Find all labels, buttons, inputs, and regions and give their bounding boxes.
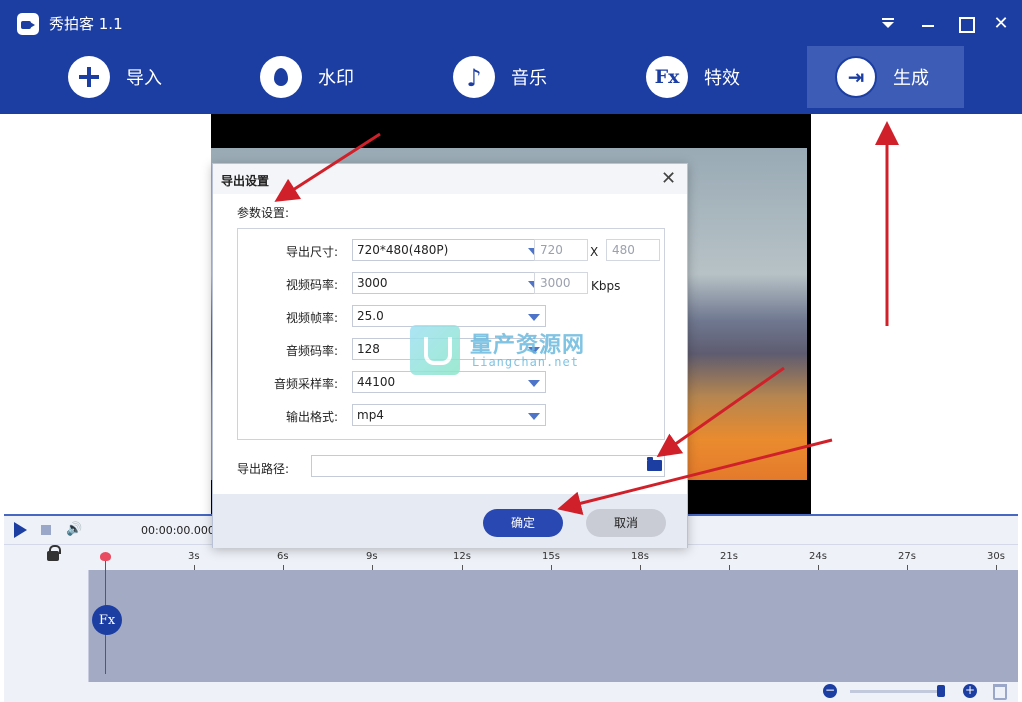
tick-label: 27s — [898, 551, 916, 570]
camera-app-icon — [17, 13, 39, 35]
left-panel — [0, 114, 211, 514]
tick-label: 12s — [453, 551, 471, 570]
top-toolbar: 秀拍客 1.1 ✕ 导入 水印 ♪ 音乐 Fx 特效 ⇥ 生成 — [0, 0, 1022, 114]
dialog-title: 导出设置 — [221, 174, 270, 188]
size-separator: X — [590, 245, 599, 259]
import-label: 导入 — [126, 68, 162, 89]
export-arrow-icon: ⇥ — [835, 56, 877, 98]
tick-label: 18s — [631, 551, 649, 570]
width-input: 720 — [534, 239, 588, 261]
generate-button[interactable]: ⇥ 生成 — [807, 46, 964, 108]
zoom-out-icon[interactable]: − — [823, 684, 837, 698]
title-bar: 秀拍客 1.1 ✕ — [0, 0, 1022, 46]
size-label: 导出尺寸: — [285, 245, 338, 259]
sample-rate-label: 音频采样率: — [273, 377, 338, 391]
export-path-label: 导出路径: — [237, 462, 290, 476]
effects-button[interactable]: Fx 特效 — [636, 46, 793, 108]
folder-icon[interactable] — [647, 457, 662, 471]
tick-label: 9s — [366, 551, 378, 570]
plus-icon — [68, 56, 110, 98]
watermark-button[interactable]: 水印 — [250, 46, 407, 108]
tick-label: 21s — [720, 551, 738, 570]
zoom-in-icon[interactable]: + — [963, 684, 977, 698]
timeline-footer: − + — [4, 682, 1018, 702]
size-select[interactable]: 720*480(480P) — [352, 239, 546, 261]
video-bitrate-readonly: 3000 — [534, 272, 588, 294]
fx-track-badge[interactable]: Fx — [92, 605, 122, 635]
import-button[interactable]: 导入 — [58, 46, 215, 108]
bitrate-unit: Kbps — [591, 279, 621, 293]
tick-label: 24s — [809, 551, 827, 570]
fps-select[interactable]: 25.0 — [352, 305, 546, 327]
fx-icon: Fx — [646, 56, 688, 98]
site-watermark: 量产资源网 Liangchan.net — [410, 325, 620, 377]
water-drop-icon — [260, 56, 302, 98]
track-header — [4, 570, 89, 682]
zoom-slider[interactable] — [850, 690, 942, 693]
lock-icon[interactable] — [47, 545, 61, 561]
watermark-en-text: Liangchan.net — [472, 355, 579, 369]
trash-icon[interactable] — [993, 684, 1007, 700]
volume-icon[interactable]: 🔊 — [66, 522, 82, 537]
close-icon[interactable]: ✕ — [988, 10, 1014, 36]
watermark-label: 水印 — [318, 68, 354, 89]
tick-label: 30s — [987, 551, 1005, 570]
music-label: 音乐 — [511, 68, 547, 89]
fps-label: 视频帧率: — [285, 311, 338, 325]
confirm-button[interactable]: 确定 — [483, 509, 563, 537]
music-button[interactable]: ♪ 音乐 — [443, 46, 600, 108]
video-bitrate-label: 视频码率: — [285, 278, 338, 292]
audio-bitrate-label: 音频码率: — [285, 344, 338, 358]
menu-dropdown-icon[interactable] — [875, 10, 901, 36]
timecode: 00:00:00.000 — [141, 524, 215, 537]
maximize-icon[interactable] — [952, 10, 978, 36]
dialog-header: 导出设置 ✕ — [213, 164, 687, 194]
dialog-close-icon[interactable]: ✕ — [661, 168, 676, 189]
format-select[interactable]: mp4 — [352, 404, 546, 426]
generate-label: 生成 — [893, 68, 929, 89]
playhead-handle[interactable] — [100, 552, 111, 561]
music-note-icon: ♪ — [453, 56, 495, 98]
format-label: 输出格式: — [285, 410, 338, 424]
tick-label: 6s — [277, 551, 289, 570]
params-section-label: 参数设置: — [237, 206, 290, 220]
video-bitrate-select[interactable]: 3000 — [352, 272, 546, 294]
export-path-input[interactable] — [311, 455, 665, 477]
play-icon[interactable] — [14, 522, 27, 538]
height-input: 480 — [606, 239, 660, 261]
stop-icon[interactable] — [41, 525, 51, 535]
tick-label: 15s — [542, 551, 560, 570]
track-area[interactable] — [89, 570, 1018, 682]
minimize-icon[interactable] — [915, 10, 941, 36]
zoom-slider-handle[interactable] — [937, 685, 945, 697]
watermark-logo-icon — [410, 325, 460, 375]
cancel-button[interactable]: 取消 — [586, 509, 666, 537]
tick-label: 3s — [188, 551, 200, 570]
effects-label: 特效 — [704, 68, 740, 89]
app-title: 秀拍客 1.1 — [49, 15, 123, 33]
